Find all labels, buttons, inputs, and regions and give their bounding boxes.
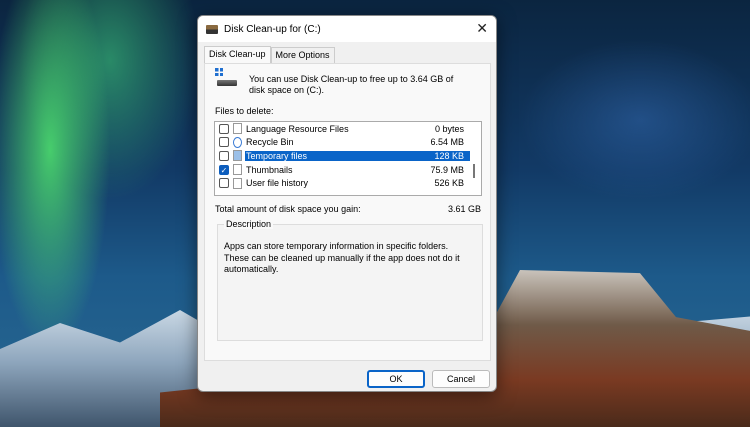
tab-more-options[interactable]: More Options — [270, 47, 335, 63]
list-item[interactable]: Recycle Bin 6.54 MB — [215, 136, 470, 150]
checkbox-checked[interactable]: ✓ — [219, 164, 229, 175]
files-to-delete-label: Files to delete: — [215, 106, 274, 116]
checkbox[interactable] — [219, 178, 229, 189]
checkbox[interactable] — [219, 137, 229, 148]
title-bar: Disk Clean-up for (C:) ✕ — [198, 16, 496, 42]
description-group: Description Apps can store temporary inf… — [217, 219, 483, 341]
tab-disk-cleanup[interactable]: Disk Clean-up — [204, 46, 271, 63]
disk-cleanup-dialog: Disk Clean-up for (C:) ✕ Disk Clean-up M… — [197, 15, 497, 392]
cancel-button[interactable]: Cancel — [432, 370, 490, 388]
list-item[interactable]: ✓ Thumbnails 75.9 MB — [215, 163, 470, 177]
close-button[interactable]: ✕ — [476, 20, 488, 37]
total-value: 3.61 GB — [447, 204, 481, 214]
file-icon — [233, 164, 242, 176]
recycle-bin-icon — [233, 136, 242, 148]
file-icon — [233, 177, 242, 189]
disk-cleanup-icon — [206, 24, 218, 34]
scrollbar-thumb[interactable] — [473, 164, 475, 178]
list-item[interactable]: User file history 526 KB — [215, 176, 470, 190]
checkbox[interactable] — [219, 123, 229, 134]
list-item[interactable]: Language Resource Files 0 bytes — [215, 122, 470, 136]
description-label: Description — [224, 219, 274, 229]
temp-files-icon — [233, 150, 242, 162]
ok-button[interactable]: OK — [367, 370, 425, 388]
checkbox[interactable] — [219, 150, 229, 161]
file-icon — [233, 123, 242, 135]
info-text: You can use Disk Clean-up to free up to … — [249, 74, 454, 95]
list-item[interactable]: Temporary files 128 KB — [215, 149, 470, 163]
description-text: Apps can store temporary information in … — [224, 241, 460, 274]
drive-icon — [215, 68, 237, 88]
files-list[interactable]: Language Resource Files 0 bytes Recycle B… — [214, 121, 482, 196]
window-title: Disk Clean-up for (C:) — [224, 23, 321, 35]
total-label: Total amount of disk space you gain: — [215, 204, 361, 214]
tab-panel: You can use Disk Clean-up to free up to … — [204, 63, 491, 361]
